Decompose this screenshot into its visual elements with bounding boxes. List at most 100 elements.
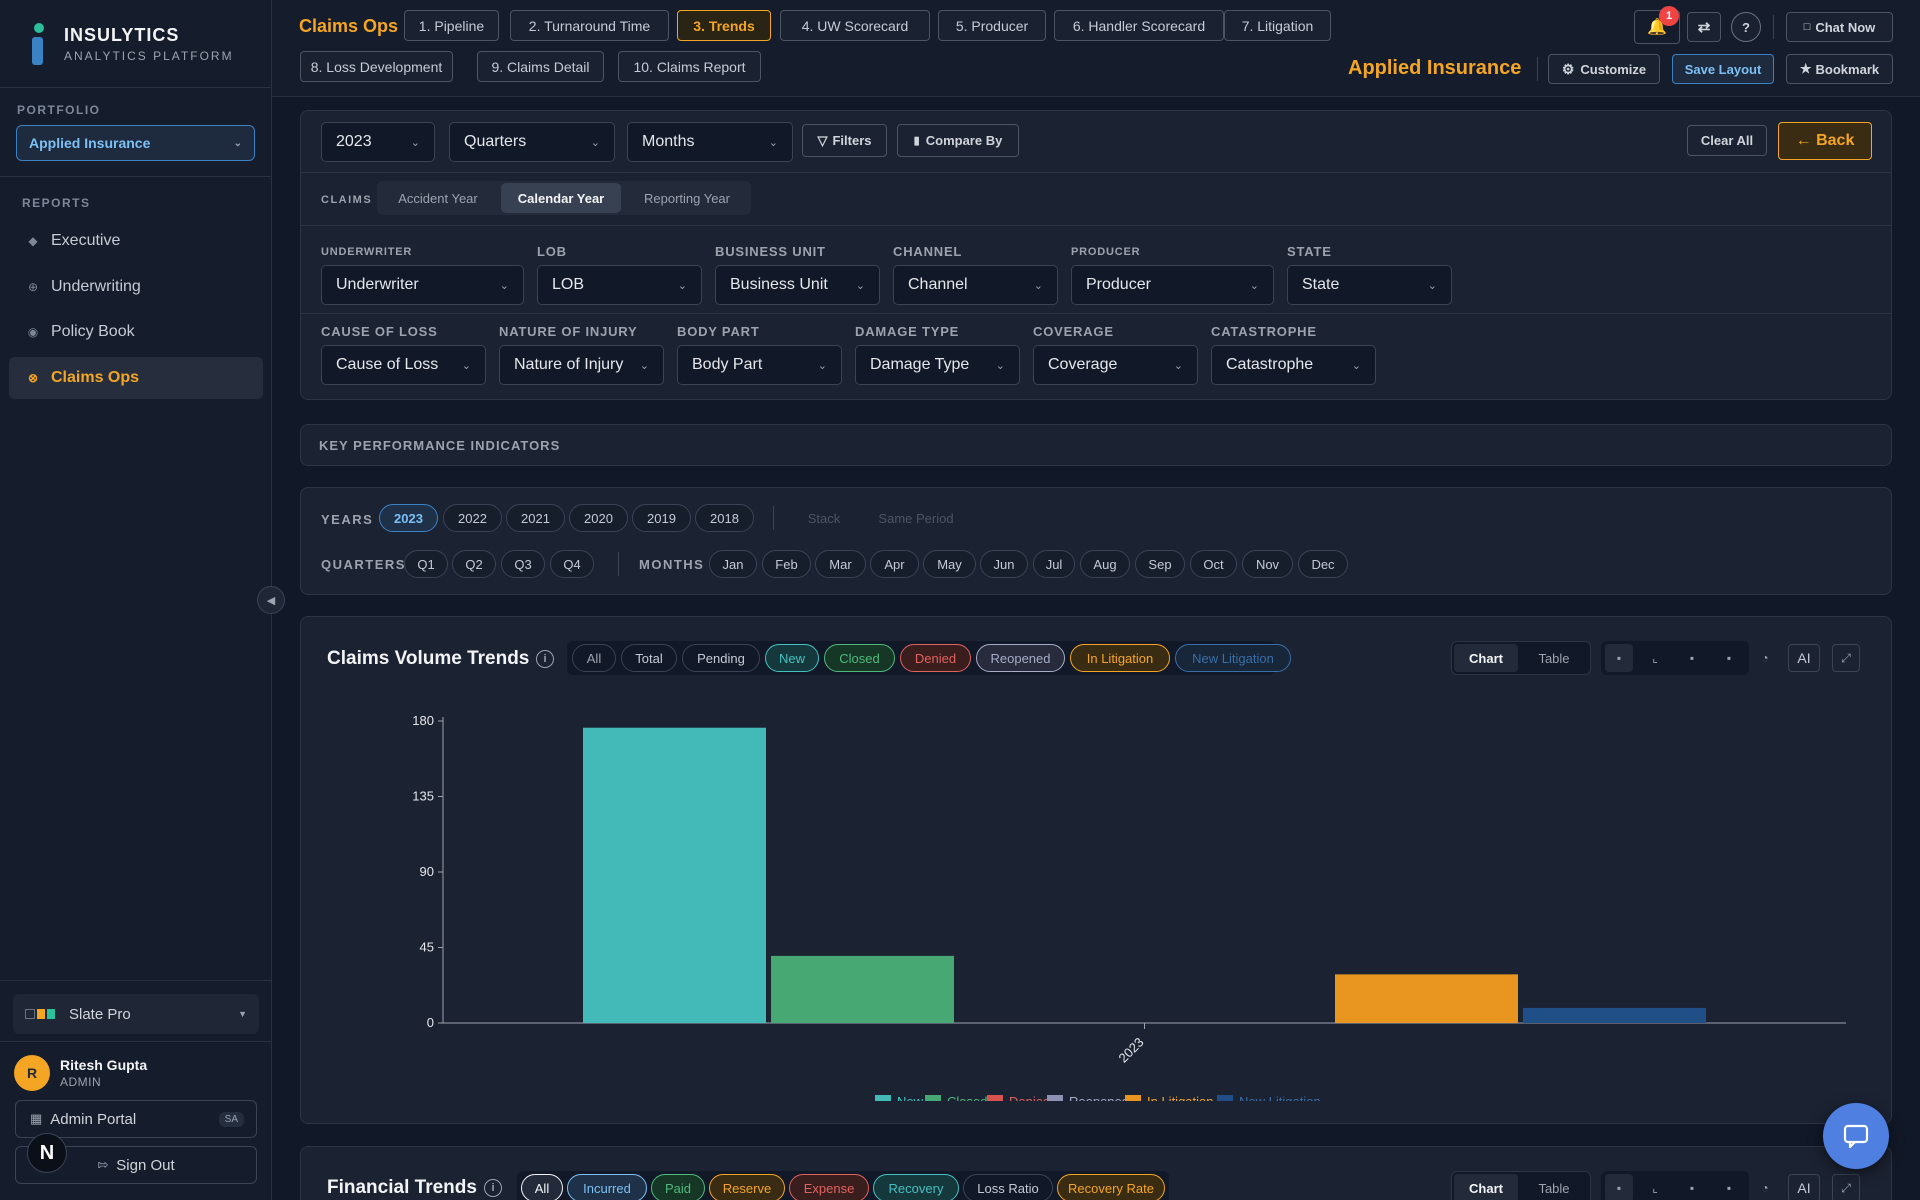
- tab-pipeline[interactable]: 1. Pipeline: [404, 10, 499, 41]
- state-select[interactable]: State ⌄: [1287, 265, 1452, 305]
- same-period-toggle[interactable]: Same Period: [865, 504, 967, 532]
- filter-reserve-pill[interactable]: Reserve: [709, 1174, 785, 1200]
- filters-button[interactable]: ▽ Filters: [802, 124, 887, 157]
- customize-button[interactable]: ⚙ Customize: [1548, 54, 1660, 84]
- info-icon[interactable]: i: [484, 1179, 502, 1197]
- bookmark-button[interactable]: ★ Bookmark: [1786, 54, 1893, 84]
- producer-select[interactable]: Producer ⌄: [1071, 265, 1274, 305]
- admin-portal-button[interactable]: ▦ Admin Portal SA: [15, 1100, 257, 1138]
- ai-button[interactable]: AI: [1788, 1174, 1820, 1200]
- n-logo-badge[interactable]: N: [27, 1133, 67, 1173]
- stacked-bar-icon[interactable]: ▪: [1678, 1174, 1706, 1200]
- pie-chart-icon[interactable]: ◔: [1751, 1174, 1779, 1200]
- compare-by-button[interactable]: ▮ Compare By: [897, 124, 1019, 157]
- year-2022-pill[interactable]: 2022: [443, 504, 502, 532]
- channel-select[interactable]: Channel ⌄: [893, 265, 1058, 305]
- chat-fab-button[interactable]: [1823, 1103, 1889, 1169]
- line-chart-icon[interactable]: ⌞: [1641, 644, 1669, 672]
- info-icon[interactable]: i: [536, 650, 554, 668]
- expand-icon[interactable]: ⤢: [1832, 1174, 1860, 1200]
- nature-of-injury-select[interactable]: Nature of Injury ⌄: [499, 345, 664, 385]
- month-aug-pill[interactable]: Aug: [1080, 550, 1130, 578]
- tab-producer[interactable]: 5. Producer: [938, 10, 1046, 41]
- ai-button[interactable]: AI: [1788, 644, 1820, 672]
- filter-incurred-pill[interactable]: Incurred: [567, 1174, 647, 1200]
- underwriter-select[interactable]: Underwriter ⌄: [321, 265, 524, 305]
- sidebar-item-underwriting[interactable]: ⊕ Underwriting: [9, 266, 263, 308]
- filter-in-litigation-pill[interactable]: In Litigation: [1070, 644, 1170, 672]
- back-button[interactable]: ← Back: [1778, 122, 1872, 160]
- filter-reopened-pill[interactable]: Reopened: [976, 644, 1065, 672]
- month-jan-pill[interactable]: Jan: [709, 550, 757, 578]
- reporting-year-option[interactable]: Reporting Year: [625, 183, 749, 213]
- quarter-q3-pill[interactable]: Q3: [501, 550, 545, 578]
- quarter-q4-pill[interactable]: Q4: [550, 550, 594, 578]
- filter-loss-ratio-pill[interactable]: Loss Ratio: [963, 1174, 1053, 1200]
- tab-trends[interactable]: 3. Trends: [677, 10, 771, 41]
- tab-loss-development[interactable]: 8. Loss Development: [300, 51, 453, 82]
- quarter-q2-pill[interactable]: Q2: [452, 550, 496, 578]
- month-nov-pill[interactable]: Nov: [1242, 550, 1293, 578]
- sidebar-item-executive[interactable]: ◆ Executive: [9, 220, 263, 262]
- tab-uw-scorecard[interactable]: 4. UW Scorecard: [780, 10, 930, 41]
- filter-new-pill[interactable]: New: [765, 644, 819, 672]
- month-dec-pill[interactable]: Dec: [1298, 550, 1348, 578]
- damage-type-select[interactable]: Damage Type ⌄: [855, 345, 1020, 385]
- filter-pending-pill[interactable]: Pending: [682, 644, 760, 672]
- save-layout-button[interactable]: Save Layout: [1672, 54, 1774, 84]
- year-select[interactable]: 2023 ⌄: [321, 122, 435, 162]
- year-2023-pill[interactable]: 2023: [379, 504, 438, 532]
- bar-chart-icon[interactable]: ▪: [1605, 1174, 1633, 1200]
- body-part-select[interactable]: Body Part ⌄: [677, 345, 842, 385]
- chat-now-button[interactable]: □ Chat Now: [1786, 12, 1893, 42]
- quarter-q1-pill[interactable]: Q1: [404, 550, 448, 578]
- catastrophe-select[interactable]: Catastrophe ⌄: [1211, 345, 1376, 385]
- collapse-sidebar-button[interactable]: ◀: [257, 586, 285, 614]
- area-chart-icon[interactable]: ▪: [1715, 644, 1743, 672]
- month-may-pill[interactable]: May: [923, 550, 976, 578]
- filter-closed-pill[interactable]: Closed: [824, 644, 895, 672]
- area-chart-icon[interactable]: ▪: [1715, 1174, 1743, 1200]
- lob-select[interactable]: LOB ⌄: [537, 265, 702, 305]
- table-view-button[interactable]: Table: [1522, 1174, 1586, 1200]
- filter-all-pill[interactable]: All: [572, 644, 616, 672]
- months-select[interactable]: Months ⌄: [627, 122, 793, 162]
- user-profile[interactable]: R Ritesh Gupta ADMIN: [14, 1055, 147, 1091]
- sidebar-item-policy-book[interactable]: ◉ Policy Book: [9, 311, 263, 353]
- theme-select[interactable]: Slate Pro ▼: [13, 994, 259, 1034]
- portfolio-select[interactable]: Applied Insurance ⌄: [16, 125, 255, 161]
- sidebar-item-claims-ops[interactable]: ⊗ Claims Ops: [9, 357, 263, 399]
- month-jul-pill[interactable]: Jul: [1033, 550, 1075, 578]
- chart-view-button[interactable]: Chart: [1454, 1174, 1518, 1200]
- filter-paid-pill[interactable]: Paid: [651, 1174, 705, 1200]
- tab-litigation[interactable]: 7. Litigation: [1224, 10, 1331, 41]
- month-mar-pill[interactable]: Mar: [815, 550, 866, 578]
- tab-claims-detail[interactable]: 9. Claims Detail: [477, 51, 604, 82]
- filter-new-litigation-pill[interactable]: New Litigation: [1175, 644, 1291, 672]
- year-2018-pill[interactable]: 2018: [695, 504, 754, 532]
- tab-handler-scorecard[interactable]: 6. Handler Scorecard: [1054, 10, 1224, 41]
- month-sep-pill[interactable]: Sep: [1135, 550, 1185, 578]
- tab-turnaround-time[interactable]: 2. Turnaround Time: [510, 10, 669, 41]
- year-2020-pill[interactable]: 2020: [569, 504, 628, 532]
- line-chart-icon[interactable]: ⌞: [1641, 1174, 1669, 1200]
- filter-denied-pill[interactable]: Denied: [900, 644, 971, 672]
- switch-button[interactable]: ⇄: [1687, 12, 1721, 42]
- year-2021-pill[interactable]: 2021: [506, 504, 565, 532]
- filter-total-pill[interactable]: Total: [621, 644, 677, 672]
- table-view-button[interactable]: Table: [1522, 644, 1586, 672]
- expand-icon[interactable]: ⤢: [1832, 644, 1860, 672]
- month-apr-pill[interactable]: Apr: [870, 550, 919, 578]
- chart-view-button[interactable]: Chart: [1454, 644, 1518, 672]
- filter-recovery-rate-pill[interactable]: Recovery Rate: [1057, 1174, 1165, 1200]
- stack-toggle[interactable]: Stack: [789, 504, 859, 532]
- year-2019-pill[interactable]: 2019: [632, 504, 691, 532]
- filter-all-pill[interactable]: All: [521, 1174, 563, 1200]
- bar-chart-icon[interactable]: ▪: [1605, 644, 1633, 672]
- stacked-bar-icon[interactable]: ▪: [1678, 644, 1706, 672]
- business-unit-select[interactable]: Business Unit ⌄: [715, 265, 880, 305]
- filter-recovery-pill[interactable]: Recovery: [873, 1174, 959, 1200]
- month-jun-pill[interactable]: Jun: [980, 550, 1028, 578]
- quarters-select[interactable]: Quarters ⌄: [449, 122, 615, 162]
- kpi-panel[interactable]: KEY PERFORMANCE INDICATORS: [300, 424, 1892, 466]
